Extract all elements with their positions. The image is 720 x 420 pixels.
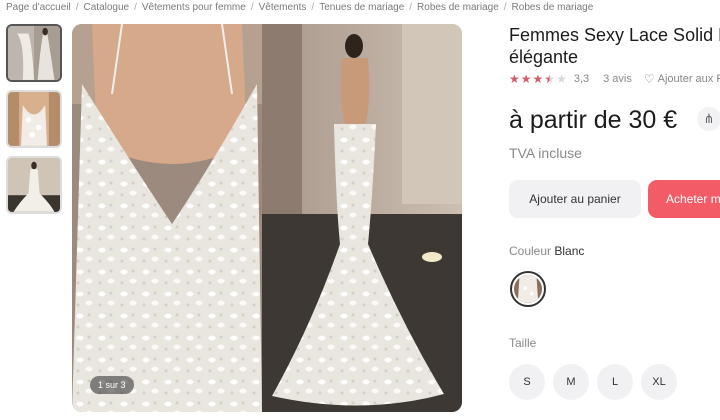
color-swatch-image	[514, 275, 542, 303]
add-to-favorites-label: Ajouter aux F	[657, 73, 720, 85]
add-to-cart-button[interactable]: Ajouter au panier	[509, 180, 641, 218]
star-icon: ★	[532, 72, 544, 86]
add-to-favorites-button[interactable]: ♡ Ajouter aux F	[644, 72, 720, 86]
breadcrumb-item-womens-clothing[interactable]: Vêtements pour femme	[142, 2, 246, 13]
wedding-dress-photo	[72, 24, 462, 412]
size-option-l[interactable]: L	[597, 364, 633, 400]
breadcrumb-separator: /	[503, 1, 507, 13]
size-option-s[interactable]: S	[509, 364, 545, 400]
thumbnail-3[interactable]	[6, 156, 62, 214]
color-swatch-white[interactable]	[510, 271, 546, 307]
rating-value: 3,3	[573, 73, 590, 85]
star-icon: ★	[520, 72, 532, 86]
product-info: Femmes Sexy Lace Solid H élégante ★ ★ ★ …	[509, 24, 720, 161]
share-icon: ⋔	[703, 111, 715, 126]
breadcrumb-separator: /	[250, 1, 254, 13]
color-label: Couleur Blanc	[509, 244, 584, 258]
star-half-icon: ★	[544, 72, 556, 86]
color-label-text: Couleur	[509, 244, 552, 258]
breadcrumb-item-wedding-dresses[interactable]: Robes de mariage	[417, 2, 499, 13]
rating-row: ★ ★ ★ ★ ★ 3,3 3 avis ♡ Ajouter aux F	[509, 72, 720, 86]
product-title: Femmes Sexy Lace Solid H élégante	[509, 24, 720, 68]
breadcrumb: Page d'accueil / Catalogue / Vêtements pou…	[6, 0, 593, 14]
dress-closeup-thumbnail	[8, 92, 60, 146]
breadcrumb-item-clothing[interactable]: Vêtements	[259, 2, 307, 13]
product-main-image[interactable]: 1 sur 3	[72, 24, 462, 412]
product-title-line-1: Femmes Sexy Lace Solid H	[509, 25, 720, 45]
breadcrumb-item-wedding-outfits[interactable]: Tenues de mariage	[319, 2, 404, 13]
size-option-m[interactable]: M	[553, 364, 589, 400]
breadcrumb-separator: /	[134, 1, 137, 13]
tax-note: TVA incluse	[509, 145, 582, 161]
heart-icon: ♡	[643, 72, 655, 86]
breadcrumb-item-catalogue[interactable]: Catalogue	[84, 2, 130, 13]
star-empty-icon: ★	[556, 72, 567, 86]
buy-now-button[interactable]: Acheter m	[648, 180, 720, 218]
size-options: S M L XL	[509, 364, 685, 400]
product-title-line-2: élégante	[509, 47, 579, 67]
dress-photo-thumbnail	[8, 26, 60, 80]
thumbnail-list	[6, 24, 64, 222]
thumbnail-1[interactable]	[6, 24, 62, 82]
breadcrumb-separator: /	[311, 1, 315, 13]
breadcrumb-separator: /	[75, 1, 79, 13]
thumbnail-2[interactable]	[6, 90, 62, 148]
dress-back-thumbnail	[8, 158, 60, 212]
share-button[interactable]: ⋔	[697, 107, 720, 131]
product-price: à partir de 30 €	[509, 106, 678, 134]
image-counter: 1 sur 3	[90, 376, 134, 394]
selected-color: Blanc	[554, 244, 585, 258]
rating-stars: ★ ★ ★ ★ ★	[509, 73, 568, 85]
breadcrumb-item-home[interactable]: Page d'accueil	[6, 2, 71, 13]
breadcrumb-separator: /	[409, 1, 413, 13]
size-option-xl[interactable]: XL	[641, 364, 677, 400]
review-count-link[interactable]: 3 avis	[603, 73, 632, 85]
star-icon: ★	[509, 72, 520, 86]
size-label: Taille	[509, 336, 537, 350]
breadcrumb-item-current[interactable]: Robes de mariage	[512, 2, 594, 13]
